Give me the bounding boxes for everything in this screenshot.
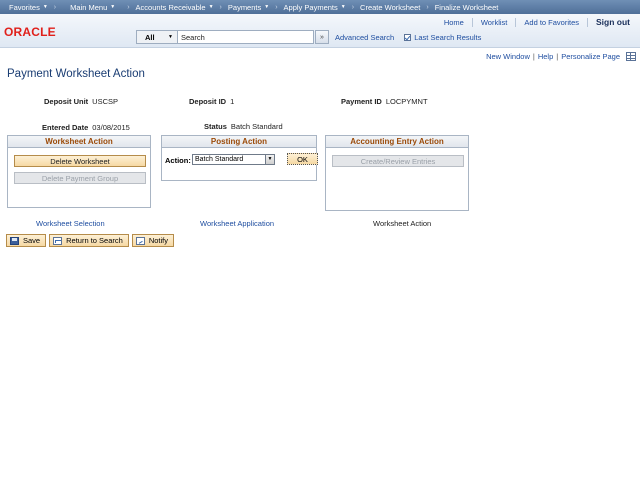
chevron-down-icon: ▼ xyxy=(110,4,116,10)
deposit-id-value: 1 xyxy=(230,97,235,106)
chevron-down-icon: ▼ xyxy=(340,4,346,10)
save-button[interactable]: Save xyxy=(6,234,47,247)
nav-separator: › xyxy=(53,3,57,11)
breadcrumb-label: Finalize Worksheet xyxy=(434,2,499,12)
return-to-search-label: Return to Search xyxy=(66,236,123,245)
chevron-down-icon: ▼ xyxy=(265,155,274,164)
payment-id-value: LOCPYMNT xyxy=(385,97,428,106)
status-value: Batch Standard xyxy=(230,122,283,131)
payment-id-field: Payment ID LOCPYMNT xyxy=(341,97,428,106)
nav-separator: › xyxy=(351,3,355,11)
nav-separator: › xyxy=(127,3,130,11)
tab-worksheet-selection[interactable]: Worksheet Selection xyxy=(36,219,105,228)
accounting-entry-action-group: Accounting Entry Action Create/Review En… xyxy=(325,135,469,211)
main-menu[interactable]: Main Menu ▼ xyxy=(67,3,118,12)
advanced-search-link[interactable]: Advanced Search xyxy=(335,33,394,42)
breadcrumb-finalize-worksheet[interactable]: Finalize Worksheet xyxy=(432,3,502,12)
page-bar: New Window | Help | Personalize Page xyxy=(483,52,640,61)
nav-separator: › xyxy=(275,3,278,11)
worksheet-action-title: Worksheet Action xyxy=(8,136,150,148)
search-go-button[interactable]: » xyxy=(315,30,329,44)
search-scope-value: All xyxy=(145,32,155,42)
ok-button[interactable]: OK xyxy=(287,153,318,165)
entered-date-field: Entered Date 03/08/2015 xyxy=(42,123,130,132)
home-link[interactable]: Home xyxy=(436,17,473,27)
sign-out-link[interactable]: Sign out xyxy=(588,17,640,27)
posting-action-title: Posting Action xyxy=(162,136,316,148)
delete-worksheet-button[interactable]: Delete Worksheet xyxy=(14,155,146,167)
new-window-link[interactable]: New Window xyxy=(483,52,533,61)
search-bar: All ▼ Search » Advanced Search Last Sear… xyxy=(136,30,481,44)
chevron-down-icon: ▼ xyxy=(168,34,173,40)
help-link[interactable]: Help xyxy=(535,52,556,61)
breadcrumb-label: Payments xyxy=(227,2,262,12)
notify-button[interactable]: Notify xyxy=(131,234,174,247)
entered-date-value: 03/08/2015 xyxy=(92,123,130,132)
status-label: Status xyxy=(204,122,227,131)
breadcrumb-create-worksheet[interactable]: Create Worksheet xyxy=(357,3,423,12)
deposit-id-label: Deposit ID xyxy=(189,97,227,106)
header-links: Home Worklist Add to Favorites Sign out xyxy=(436,16,640,28)
main-menu-label: Main Menu xyxy=(70,2,108,12)
action-select[interactable]: Batch Standard ▼ xyxy=(192,154,275,165)
breadcrumb-label: Apply Payments xyxy=(283,2,338,12)
deposit-id-field: Deposit ID 1 xyxy=(189,97,234,106)
tab-worksheet-application[interactable]: Worksheet Application xyxy=(200,219,274,228)
tab-worksheet-action: Worksheet Action xyxy=(373,219,432,228)
favorites-label: Favorites xyxy=(9,2,40,12)
breadcrumb-accounts-receivable[interactable]: Accounts Receivable ▼ xyxy=(133,3,217,12)
chevron-down-icon: ▼ xyxy=(264,4,270,10)
breadcrumb-apply-payments[interactable]: Apply Payments ▼ xyxy=(281,3,349,12)
chevron-down-icon: ▼ xyxy=(42,4,48,10)
last-search-results-label: Last Search Results xyxy=(414,32,482,42)
entered-date-label: Entered Date xyxy=(42,123,89,132)
deposit-unit-label: Deposit Unit xyxy=(44,97,89,106)
action-label: Action: xyxy=(165,156,191,165)
accounting-entry-action-title: Accounting Entry Action xyxy=(326,136,468,148)
oracle-logo: ORACLE xyxy=(4,25,56,39)
chevron-down-icon: ▼ xyxy=(208,4,214,10)
worklist-link[interactable]: Worklist xyxy=(473,17,517,27)
grid-icon[interactable] xyxy=(626,52,636,61)
notify-icon xyxy=(135,236,145,245)
add-to-favorites-link[interactable]: Add to Favorites xyxy=(516,17,588,27)
action-select-value: Batch Standard xyxy=(195,156,244,163)
toolbar: Save Return to Search Notify xyxy=(6,234,174,247)
nav-separator: › xyxy=(426,3,429,11)
page-title: Payment Worksheet Action xyxy=(7,68,145,80)
breadcrumb-payments[interactable]: Payments ▼ xyxy=(225,3,272,12)
top-nav-bar: Favorites ▼ › Main Menu ▼ › Accounts Rec… xyxy=(0,0,640,14)
deposit-unit-field: Deposit Unit USCSP xyxy=(44,97,118,106)
save-label: Save xyxy=(23,236,41,245)
personalize-page-link[interactable]: Personalize Page xyxy=(558,52,623,61)
return-icon xyxy=(53,236,63,245)
favorites-menu[interactable]: Favorites ▼ xyxy=(6,3,51,12)
delete-payment-group-button[interactable]: Delete Payment Group xyxy=(14,172,146,184)
return-to-search-button[interactable]: Return to Search xyxy=(49,234,129,247)
save-icon xyxy=(10,236,19,245)
notify-label: Notify xyxy=(148,236,168,245)
search-results-icon xyxy=(404,33,412,41)
worksheet-action-group: Worksheet Action Delete Worksheet Delete… xyxy=(7,135,151,208)
search-scope-select[interactable]: All ▼ xyxy=(136,30,178,44)
payment-id-label: Payment ID xyxy=(341,97,382,106)
nav-separator: › xyxy=(219,3,222,11)
breadcrumb-label: Create Worksheet xyxy=(360,2,421,12)
deposit-unit-value: USCSP xyxy=(92,97,119,106)
search-input[interactable]: Search xyxy=(178,30,314,44)
last-search-results-link[interactable]: Last Search Results xyxy=(404,33,481,42)
breadcrumb-label: Accounts Receivable xyxy=(135,2,206,12)
create-review-entries-button[interactable]: Create/Review Entries xyxy=(332,155,464,167)
status-field: Status Batch Standard xyxy=(204,122,283,131)
